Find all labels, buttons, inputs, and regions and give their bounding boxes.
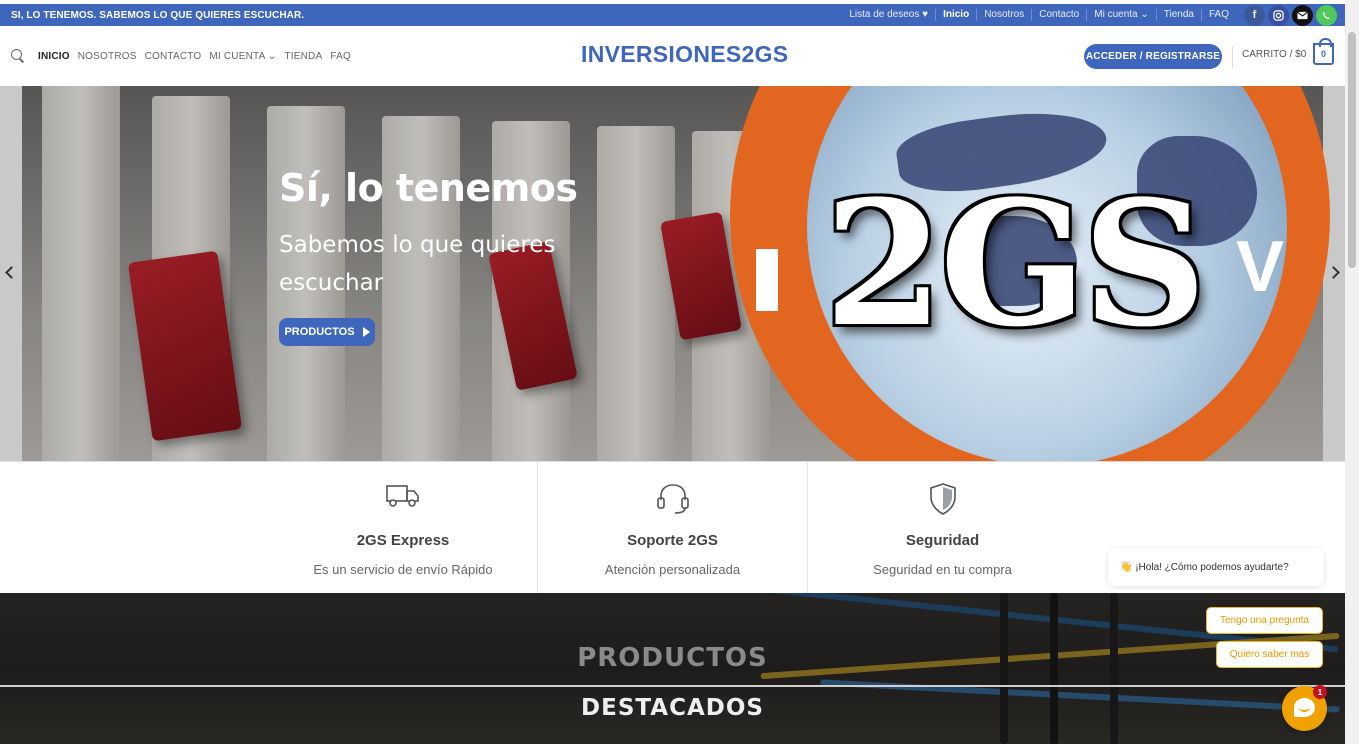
hero-products-button[interactable]: PRODUCTOS <box>279 318 375 346</box>
search-icon[interactable] <box>11 49 25 63</box>
top-link-inicio[interactable]: Inicio <box>935 9 976 21</box>
feature-title: 2GS Express <box>356 532 450 549</box>
section-divider <box>0 685 1345 687</box>
facebook-icon[interactable]: f <box>1244 4 1265 26</box>
shield-icon <box>928 482 958 521</box>
email-icon[interactable] <box>1292 4 1313 26</box>
feature-desc: Atención personalizada <box>604 562 741 577</box>
truck-icon <box>385 482 421 515</box>
nav-item-mi-cuenta[interactable]: MI CUENTA ⌄ <box>209 51 276 62</box>
feature-desc: Seguridad en tu compra <box>873 562 1012 577</box>
feature-desc: Es un servicio de envío Rápido <box>313 562 493 577</box>
logo-side-letter-right: V <box>1236 227 1285 307</box>
top-bar: SI, LO TENEMOS. SABEMOS LO QUE QUIERES E… <box>0 4 1345 26</box>
hero-subtitle: Sabemos lo que quieres escuchar <box>279 232 556 296</box>
slider-prev-arrow[interactable] <box>2 262 18 284</box>
chevron-left-icon <box>5 266 18 279</box>
featured-products-section: PRODUCTOS DESTACADOS <box>0 593 1345 744</box>
login-register-button[interactable]: ACCEDER / REGISTRARSE <box>1084 44 1222 69</box>
site-logo[interactable]: INVERSIONES2GS <box>581 41 788 68</box>
nav-item-contacto[interactable]: CONTACTO <box>145 51 202 62</box>
top-link-nosotros[interactable]: Nosotros <box>976 9 1031 21</box>
top-link-wishlist[interactable]: Lista de deseos ♥ <box>842 9 935 21</box>
hero-products-label: PRODUCTOS <box>284 326 355 338</box>
top-bar-message: SI, LO TENEMOS. SABEMOS LO QUE QUIERES E… <box>11 9 305 21</box>
top-link-mi-cuenta[interactable]: Mi cuenta ⌄ <box>1086 9 1156 21</box>
feature-title: Seguridad <box>905 532 980 549</box>
nav-item-faq[interactable]: FAQ <box>330 51 351 62</box>
feature-express: 2GS Express Es un servicio de envío Rápi… <box>268 462 538 594</box>
cart-bag-icon[interactable]: 0 <box>1313 38 1334 65</box>
social-links: f <box>1244 4 1337 26</box>
instagram-icon[interactable] <box>1268 4 1289 26</box>
slider-next-arrow[interactable] <box>1327 262 1342 284</box>
whatsapp-icon[interactable] <box>1316 4 1337 26</box>
top-link-tienda[interactable]: Tienda <box>1155 9 1201 21</box>
nav-item-tienda[interactable]: TIENDA <box>284 51 322 62</box>
headset-icon <box>655 482 691 521</box>
main-nav: INICIO NOSOTROS CONTACTO MI CUENTA ⌄ TIE… <box>11 26 351 86</box>
chat-greeting-bubble: 👋 ¡Hola! ¿Cómo podemos ayudarte? <box>1108 548 1324 586</box>
hero-slider: 2GS V Sí, lo tenemos Sabemos lo que quie… <box>0 86 1345 461</box>
scrollbar-thumb[interactable] <box>1348 32 1356 268</box>
play-arrow-icon <box>362 327 370 337</box>
header-divider <box>1232 46 1233 68</box>
nav-item-inicio[interactable]: INICIO <box>38 51 70 62</box>
page: SI, LO TENEMOS. SABEMOS LO QUE QUIERES E… <box>0 0 1359 744</box>
chevron-right-icon <box>1327 266 1340 279</box>
feature-seguridad: Seguridad Seguridad en tu compra <box>807 462 1077 594</box>
feature-soporte: Soporte 2GS Atención personalizada <box>537 462 807 594</box>
hero-title: Sí, lo tenemos <box>279 166 578 210</box>
cart-link[interactable]: CARRITO / $0 <box>1242 49 1306 60</box>
chat-icon <box>1294 698 1315 717</box>
chat-option-question[interactable]: Tengo una pregunta <box>1206 607 1323 634</box>
top-link-contacto[interactable]: Contacto <box>1031 9 1086 21</box>
top-link-faq[interactable]: FAQ <box>1200 9 1236 21</box>
top-bar-nav: Lista de deseos ♥ Inicio Nosotros Contac… <box>842 4 1337 26</box>
logo-side-letter-left <box>756 249 778 311</box>
chat-option-know-more[interactable]: Quiero saber mas <box>1216 641 1323 668</box>
section-title-destacados: DESTACADOS <box>581 695 764 721</box>
nav-item-nosotros[interactable]: NOSOTROS <box>78 51 137 62</box>
header: INICIO NOSOTROS CONTACTO MI CUENTA ⌄ TIE… <box>0 26 1345 86</box>
feature-title: Soporte 2GS <box>627 532 718 549</box>
chat-unread-badge: 1 <box>1313 685 1327 699</box>
logo-2gs-text: 2GS <box>824 162 1207 365</box>
section-title-productos: PRODUCTOS <box>577 643 768 673</box>
